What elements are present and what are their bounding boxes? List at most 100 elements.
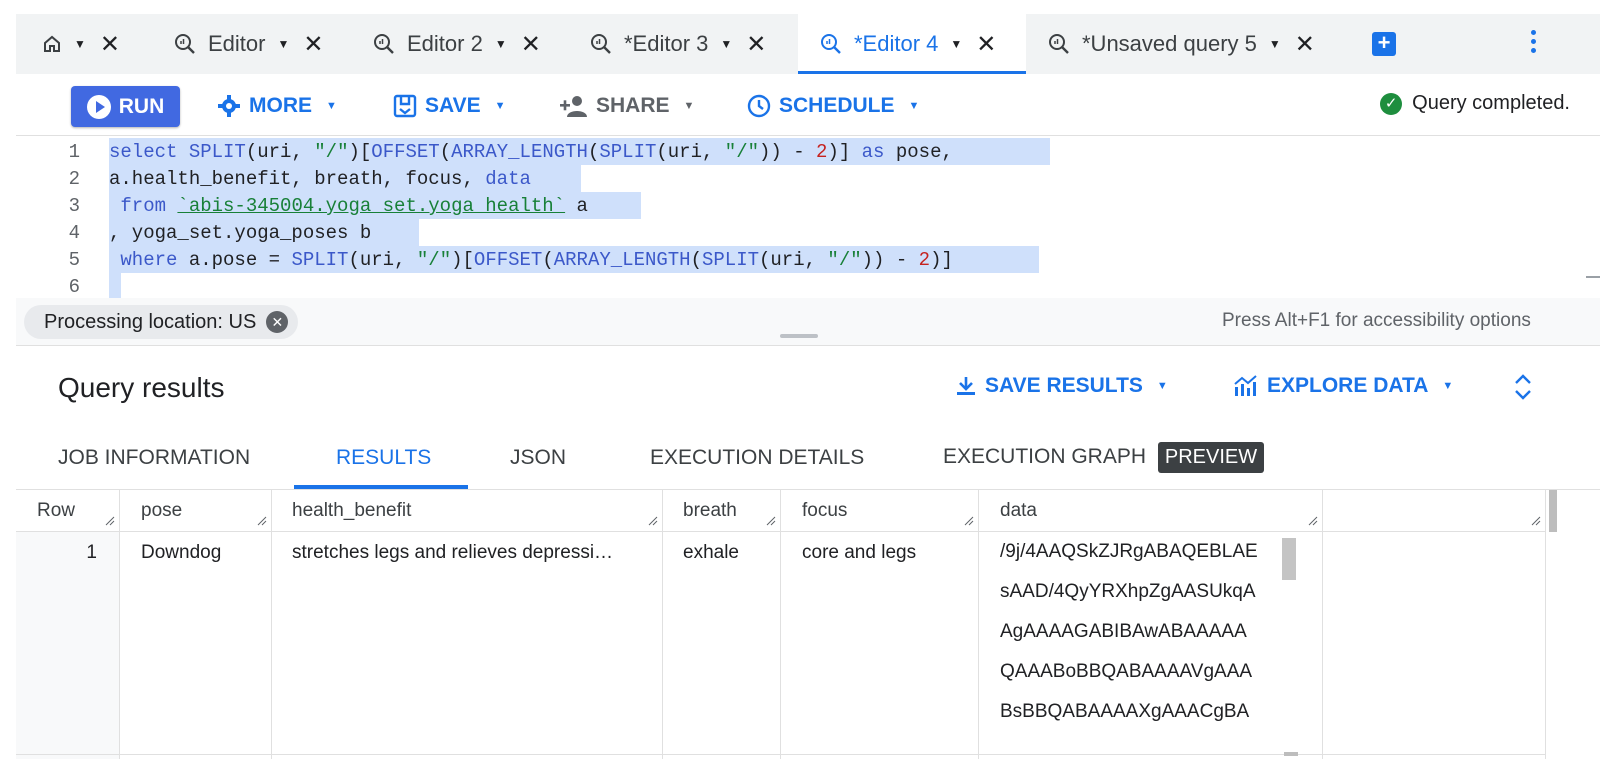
editor-line: 1 select SPLIT(uri, "/")[OFFSET(ARRAY_LE… <box>16 138 1600 165</box>
line-number: 1 <box>68 141 80 163</box>
cell-pose[interactable]: Downdog <box>120 532 272 759</box>
save-results-label: SAVE RESULTS <box>985 374 1143 397</box>
resize-grip-icon[interactable] <box>257 516 267 526</box>
cell-focus[interactable]: core and legs <box>781 532 979 759</box>
editor-line: 6 <box>16 273 1600 300</box>
chevron-down-icon: ▼ <box>1156 380 1168 392</box>
save-button[interactable]: SAVE ▼ <box>393 92 506 120</box>
share-button[interactable]: SHARE ▼ <box>560 92 694 120</box>
explore-data-button[interactable]: EXPLORE DATA ▼ <box>1233 374 1453 398</box>
chevron-down-icon[interactable]: ▼ <box>950 37 962 51</box>
chevron-down-icon: ▼ <box>908 100 920 112</box>
column-header-row[interactable]: Row <box>16 490 120 532</box>
tab-label: *Editor 3 <box>624 31 709 56</box>
query-icon <box>175 34 195 54</box>
resize-grip-icon[interactable] <box>648 516 658 526</box>
column-label: breath <box>683 500 737 521</box>
query-toolbar: RUN MORE ▼ SAVE ▼ SHARE ▼ SCHEDULE ▼ ✓ Q… <box>16 74 1600 136</box>
home-icon <box>44 35 60 52</box>
data-line: sAAD/4QyYRXhpZgAASUkqA <box>1000 581 1256 602</box>
line-number: 5 <box>68 249 80 271</box>
resize-grip-icon[interactable] <box>1308 516 1318 526</box>
more-button[interactable]: MORE ▼ <box>217 92 337 120</box>
data-text-lines: /9j/4AAQSkZJRgABAQEBLAE sAAD/4QyYRXhpZgA… <box>1000 542 1322 742</box>
save-results-button[interactable]: SAVE RESULTS ▼ <box>955 374 1168 398</box>
tab-json[interactable]: JSON <box>510 446 566 470</box>
results-tab-bar: JOB INFORMATION RESULTS JSON EXECUTION D… <box>16 428 1600 490</box>
tab-execution-graph[interactable]: EXECUTION GRAPH PREVIEW <box>943 442 1265 473</box>
editor-line: 4 , yoga_set.yoga_poses b <box>16 219 1600 246</box>
resize-handle[interactable] <box>780 334 818 338</box>
tab-label: Editor 2 <box>407 31 483 56</box>
close-circle-icon[interactable]: ✕ <box>266 311 289 333</box>
editor-line: 5 where a.pose = SPLIT(uri, "/")[OFFSET(… <box>16 246 1600 273</box>
column-header-empty <box>1323 490 1546 532</box>
tab-editor-2[interactable]: Editor 2 ▼ ✕ <box>343 14 560 74</box>
execution-graph-label: EXECUTION GRAPH <box>943 445 1147 469</box>
editor-line: 2 a.health_benefit, breath, focus, data <box>16 165 1600 192</box>
query-icon <box>591 34 611 54</box>
close-icon[interactable]: ✕ <box>1295 30 1315 59</box>
chevron-down-icon[interactable]: ▼ <box>720 37 732 51</box>
download-icon <box>955 375 977 397</box>
more-vert-icon[interactable] <box>1526 28 1540 58</box>
column-label: Row <box>37 500 76 521</box>
cell-breath[interactable]: exhale <box>663 532 781 759</box>
tab-execution-details[interactable]: EXECUTION DETAILS <box>650 446 864 470</box>
code-line-3: from `abis-345004.yoga_set.yoga_health` … <box>120 195 588 217</box>
processing-bar: Processing location: US ✕ Press Alt+F1 f… <box>16 298 1600 346</box>
column-header-pose[interactable]: pose <box>120 490 272 532</box>
close-icon[interactable]: ✕ <box>303 30 323 59</box>
row-number-cell: 1 <box>16 532 120 759</box>
processing-location-text: Processing location: US <box>44 310 257 333</box>
tab-job-information[interactable]: JOB INFORMATION <box>58 446 250 470</box>
more-label: MORE <box>249 94 312 117</box>
expand-icon[interactable] <box>1513 372 1533 402</box>
status-text: Query completed. <box>1412 92 1570 114</box>
resize-grip-icon[interactable] <box>964 516 974 526</box>
column-header-focus[interactable]: focus <box>781 490 979 532</box>
schedule-button[interactable]: SCHEDULE ▼ <box>747 92 919 120</box>
close-icon[interactable]: ✕ <box>521 30 541 59</box>
column-label: pose <box>141 500 183 521</box>
person-add-icon <box>560 95 588 117</box>
accessibility-hint: Press Alt+F1 for accessibility options <box>1222 310 1531 331</box>
column-header-health-benefit[interactable]: health_benefit <box>272 490 663 532</box>
tab-editor[interactable]: Editor ▼ ✕ <box>144 14 343 74</box>
processing-location-chip[interactable]: Processing location: US ✕ <box>24 305 299 339</box>
chevron-down-icon[interactable]: ▼ <box>1269 37 1281 51</box>
table-scrollbar[interactable] <box>1549 490 1557 532</box>
clock-icon <box>747 94 771 118</box>
column-header-data[interactable]: data <box>979 490 1323 532</box>
code-line-4: , yoga_set.yoga_poses b <box>109 222 372 244</box>
resize-grip-icon[interactable] <box>766 516 776 526</box>
tab-editor-4[interactable]: *Editor 4 ▼ ✕ <box>798 14 1026 74</box>
tab-results[interactable]: RESULTS <box>336 446 431 470</box>
sql-editor[interactable]: 1 select SPLIT(uri, "/")[OFFSET(ARRAY_LE… <box>16 136 1600 300</box>
editor-line: 3 from `abis-345004.yoga_set.yoga_health… <box>16 192 1600 219</box>
close-icon[interactable]: ✕ <box>100 30 120 59</box>
share-label: SHARE <box>596 94 670 117</box>
cell-data[interactable]: /9j/4AAQSkZJRgABAQEBLAE sAAD/4QyYRXhpZgA… <box>979 532 1323 759</box>
chevron-down-icon[interactable]: ▼ <box>495 37 507 51</box>
column-header-breath[interactable]: breath <box>663 490 781 532</box>
table-header: Row pose health_benefit breath focus dat… <box>16 490 1546 532</box>
tab-editor-3[interactable]: *Editor 3 ▼ ✕ <box>560 14 798 74</box>
tab-home[interactable]: ▼ ✕ <box>16 14 144 74</box>
add-tab-icon[interactable]: + <box>1372 32 1396 56</box>
query-icon <box>821 34 841 54</box>
close-icon[interactable]: ✕ <box>976 30 996 59</box>
run-button[interactable]: RUN <box>71 86 180 127</box>
cell-scrollbar[interactable] <box>1282 538 1296 580</box>
resize-grip-icon[interactable] <box>1531 516 1541 526</box>
close-icon[interactable]: ✕ <box>746 30 766 59</box>
cell-health-benefit[interactable]: stretches legs and relieves depressi… <box>272 532 663 759</box>
data-line: /9j/4AAQSkZJRgABAQEBLAE <box>1000 541 1258 562</box>
tab-unsaved-query-5[interactable]: *Unsaved query 5 ▼ ✕ <box>1026 14 1326 74</box>
gear-icon <box>217 94 241 118</box>
chevron-down-icon[interactable]: ▼ <box>277 37 289 51</box>
chevron-down-icon[interactable]: ▼ <box>74 37 86 51</box>
column-label: focus <box>802 500 848 521</box>
resize-grip-icon[interactable] <box>105 516 115 526</box>
tab-label: Editor <box>208 31 266 56</box>
